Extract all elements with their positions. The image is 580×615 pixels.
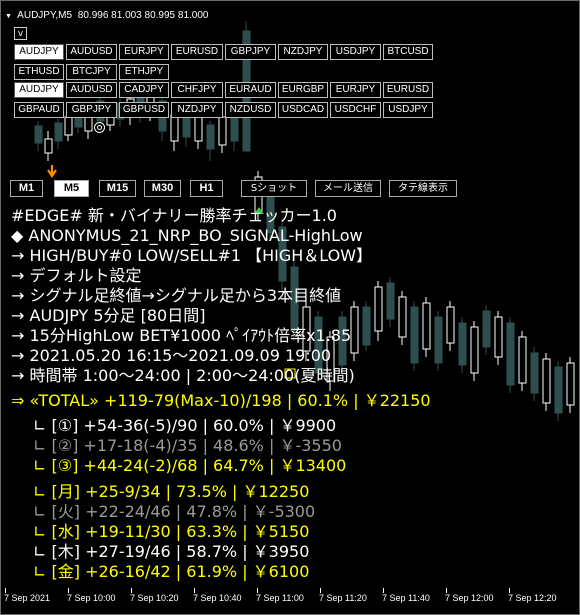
symbol-button-row1[interactable]: USDJPY [330,44,381,60]
stat-signal-3: ∟ [③] +44-24(-2)/68 | 64.7% | ￥13400 [33,456,347,475]
symbol-button-row3[interactable]: EURAUD [225,82,276,98]
symbol-button-row3[interactable]: AUDJPY [14,82,64,98]
x-axis-label: 7 Sep 11:40 [382,593,430,603]
candle-body [386,282,395,320]
info-bet-payout: → 15分HighLow BET¥1000 ﾍﾟｲｱｳﾄ倍率x1.85 [11,326,352,345]
send-mail-button[interactable]: メール送信 [315,180,381,197]
candle-body [410,306,419,364]
symbol-button-row4[interactable]: NZDUSD [225,102,276,118]
timeframe-h1-button[interactable]: H1 [190,180,223,197]
ohlc-values: 80.996 81.003 80.995 81.000 [77,10,209,21]
symbol-button-row4[interactable]: USDCAD [278,102,328,118]
symbol-button-row3[interactable]: EURGBP [278,82,328,98]
x-axis-label: 7 Sep 12:20 [508,593,557,603]
candle-body [530,352,539,394]
symbol-button-row1[interactable]: AUDUSD [66,44,117,60]
symbol-button-row4[interactable]: GBPUSD [119,102,169,118]
info-judgement: → シグナル足終値→シグナル足から3本目終値 [11,286,342,305]
x-axis-label: 7 Sep 2021 [4,593,51,603]
down-arrow-signal-icon [47,165,57,178]
stat-tuesday: ∟ [火] +22-24/46 | 47.8% | ￥-5300 [33,502,316,521]
info-time-range: → 時間帯 1:00～24:00 | 2:00～24:00(夏時間) [11,366,355,385]
candle-body [518,336,527,384]
candle-body [194,116,203,142]
candle-body [34,125,43,144]
x-axis-label: 7 Sep 10:40 [193,593,242,603]
stat-wednesday: ∟ [水] +19-11/30 | 63.3% | ￥5150 [33,522,310,541]
candle-body [446,306,455,344]
candle-body [482,310,491,348]
candle-body [434,316,443,364]
chart-title: ▼ AUDJPY,M5 80.996 81.003 80.995 81.000 [5,10,208,21]
stat-monday: ∟ [月] +25-9/34 | 73.5% | ￥12250 [33,482,310,501]
collapse-arrow-icon[interactable]: ▼ [5,13,12,20]
candle-body [64,116,73,136]
symbol-button-row4[interactable]: GBPJPY [66,102,117,118]
symbol-button-row1[interactable]: AUDJPY [14,44,64,60]
symbol-button-row2[interactable]: ETHUSD [14,64,64,80]
candle-body [206,124,215,150]
info-title: #EDGE# 新・バイナリー勝率チェッカー1.0 [11,206,337,225]
vertical-line-button[interactable]: タテ線表示 [389,180,457,197]
candle-body [170,114,179,142]
x-axis-label: 7 Sep 10:20 [130,593,179,603]
stat-signal-2: ∟ [②] +17-18(-4)/35 | 48.6% | ￥-3550 [33,436,342,455]
candle-body [350,306,359,354]
candle-body [470,326,479,374]
candle-body [506,322,515,386]
symbol-button-row1[interactable]: EURJPY [119,44,169,60]
timeframe-m1-button[interactable]: M1 [10,180,43,197]
x-axis-label: 7 Sep 10:00 [67,593,116,603]
symbol-button-row3[interactable]: EURJPY [330,82,381,98]
info-direction: → HIGH/BUY#0 LOW/SELL#1 【HIGH＆LOW】 [11,246,373,265]
timeframe-m30-button[interactable]: M30 [144,180,181,197]
x-axis-label: 7 Sep 12:00 [445,593,494,603]
timeframe-m15-button[interactable]: M15 [99,180,136,197]
candle-body [54,122,63,142]
chart-window: ▼ AUDJPY,M5 80.996 81.003 80.995 81.000 … [0,0,580,615]
candle-body [566,362,575,406]
symbol-button-row3[interactable]: EURUSD [383,82,433,98]
symbol-button-row4[interactable]: USDCHF [330,102,381,118]
info-settings: → デフォルト設定 [11,266,142,285]
candle-body [218,116,227,146]
candle-body [374,286,383,332]
symbol-button-row1[interactable]: GBPJPY [225,44,276,60]
screenshot-button[interactable]: Sショット [241,180,307,197]
candle-body [398,296,407,338]
symbol-timeframe: AUDJPY,M5 [17,10,73,21]
target-circle-icon[interactable] [94,122,105,133]
x-axis-label: 7 Sep 11:20 [319,593,367,603]
info-symbol-period: → AUDJPY 5分足 [80日間] [11,306,206,325]
candle-body [494,316,503,358]
candle-body [458,322,467,366]
symbol-button-row4[interactable]: GBPAUD [14,102,64,118]
stat-friday: ∟ [金] +26-16/42 | 61.9% | ￥6100 [33,562,310,581]
symbol-button-row1[interactable]: EURUSD [171,44,223,60]
candle-body [554,366,563,414]
candle-body [44,138,53,154]
stat-thursday: ∟ [木] +27-19/46 | 58.7% | ￥3950 [33,542,310,561]
info-signal-name: ◆ ANONYMUS_21_NRP_BO_SIGNAL-HighLow [11,226,363,245]
v-toggle-button[interactable]: v [14,27,27,40]
candle-body [542,358,551,404]
x-axis-label: 7 Sep 11:00 [256,593,304,603]
symbol-button-row4[interactable]: USDJPY [383,102,433,118]
symbol-button-row3[interactable]: CHFJPY [171,82,223,98]
symbol-button-row1[interactable]: NZDJPY [278,44,328,60]
symbol-button-row4[interactable]: NZDJPY [171,102,223,118]
symbol-button-row3[interactable]: CADJPY [119,82,169,98]
symbol-button-row2[interactable]: BTCJPY [66,64,117,80]
candle-body [422,302,431,350]
candle-body [362,306,371,346]
symbol-button-row2[interactable]: ETHJPY [119,64,169,80]
timeframe-m5-button[interactable]: M5 [54,180,89,197]
info-total: ⇒ «TOTAL» +119-79(Max-10)/198 | 60.1% | … [11,391,431,410]
info-date-range: → 2021.05.20 16:15～2021.09.09 19:00 [11,346,332,365]
symbol-button-row3[interactable]: AUDUSD [66,82,117,98]
symbol-button-row1[interactable]: BTCUSD [383,44,433,60]
stat-signal-1: ∟ [①] +54-36(-5)/90 | 60.0% | ￥9900 [33,416,337,435]
